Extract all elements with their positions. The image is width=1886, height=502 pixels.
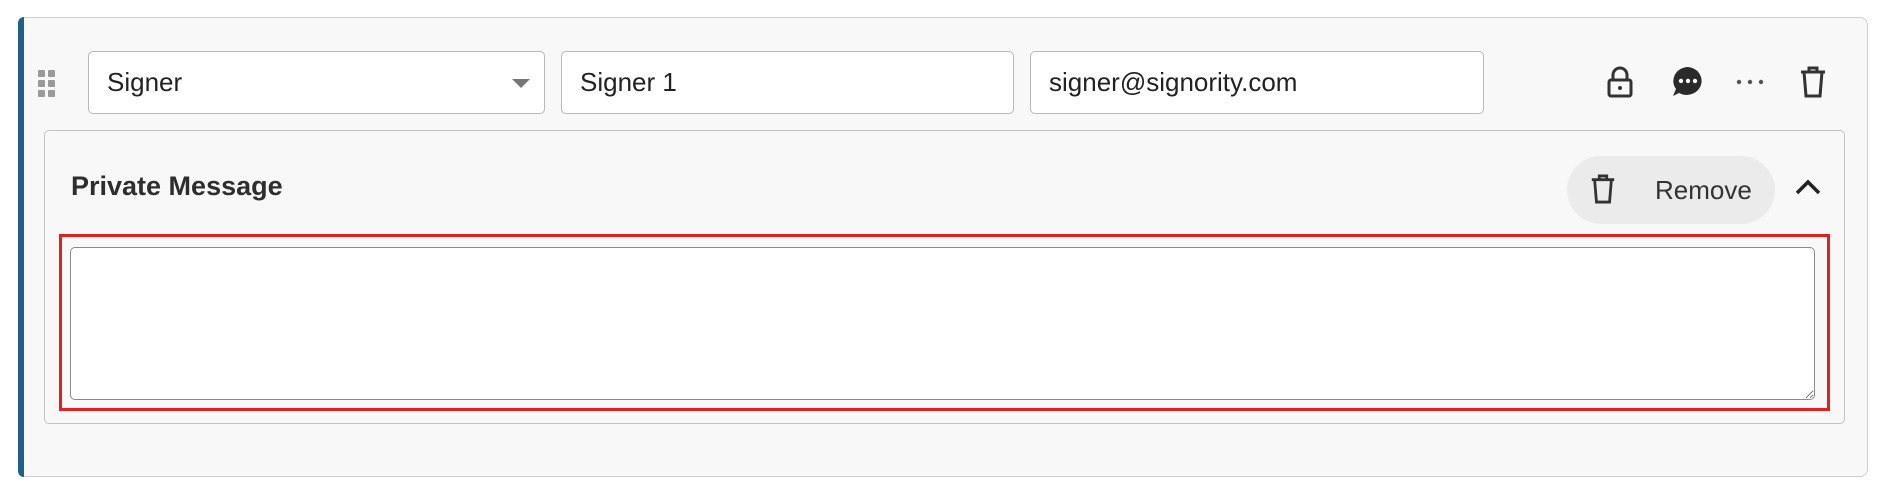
ellipsis-icon	[1736, 79, 1764, 85]
signer-name-field[interactable]: Signer 1	[561, 51, 1014, 114]
signer-email-field[interactable]: signer@signority.com	[1030, 51, 1484, 114]
private-message-title: Private Message	[71, 171, 283, 201]
lock-icon	[1607, 66, 1633, 98]
trash-icon	[1801, 66, 1825, 98]
focus-highlight-box	[59, 234, 1830, 411]
remove-label: Remove	[1655, 175, 1752, 205]
signer-email-value: signer@signority.com	[1049, 67, 1298, 97]
role-select-value: Signer	[107, 67, 183, 97]
chevron-down-icon	[512, 79, 530, 88]
more-options-button[interactable]	[1730, 62, 1770, 102]
private-message-button[interactable]	[1668, 62, 1708, 102]
role-select[interactable]: Signer	[88, 51, 545, 114]
card-accent-bar	[18, 17, 24, 477]
collapse-button[interactable]	[1788, 167, 1828, 207]
trash-icon	[1589, 172, 1617, 211]
chat-bubble-icon	[1673, 67, 1702, 96]
lock-button[interactable]	[1600, 62, 1640, 102]
chevron-up-icon	[1795, 179, 1821, 195]
remove-private-message-button[interactable]: Remove	[1567, 156, 1775, 224]
drag-handle-icon[interactable]	[38, 70, 60, 98]
signer-name-value: Signer 1	[580, 67, 677, 97]
delete-signer-button[interactable]	[1793, 62, 1833, 102]
